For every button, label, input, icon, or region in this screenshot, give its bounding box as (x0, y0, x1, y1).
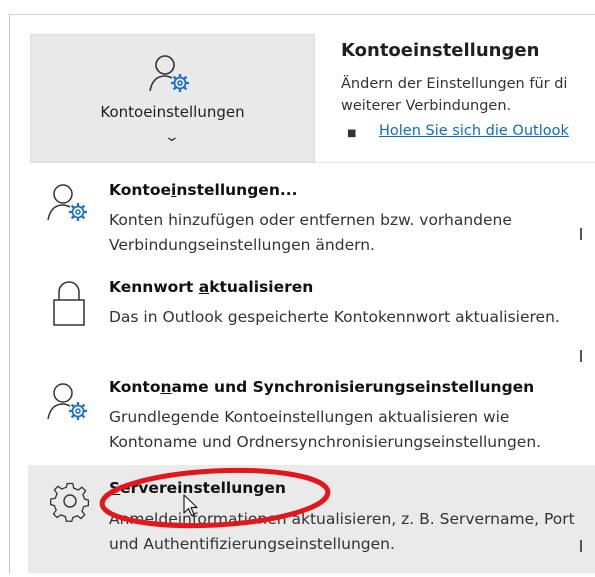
outlook-app-link[interactable]: Holen Sie sich die Outlook (379, 123, 569, 139)
menu-item-server-settings[interactable]: Servereinstellungen Anmeldeinformationen… (28, 465, 595, 573)
bullet-icon: ■ (347, 128, 357, 139)
menu-item-title: Kontoeinstellungen... (109, 181, 298, 199)
menu-item-description: Grundlegende Kontoeinstellungen aktualis… (109, 408, 542, 451)
account-settings-menu: Kontoeinstellungen... Konten hinzufügen … (28, 162, 595, 575)
menu-item-update-password[interactable]: Kennwort aktualisieren Das in Outlook ge… (28, 268, 595, 368)
account-settings-icon (47, 184, 87, 221)
mouse-cursor-icon (183, 494, 198, 517)
section-description: Ändern der Einstellungen für di weiterer… (341, 76, 568, 114)
menu-item-description: Konten hinzufügen oder entfernen bzw. vo… (109, 211, 512, 254)
menu-item-account-settings[interactable]: Kontoeinstellungen... Konten hinzufügen … (28, 167, 595, 267)
menu-item-description: Das in Outlook gespeicherte Kontokennwor… (109, 308, 560, 326)
chevron-down-icon: ⌄ (163, 129, 181, 145)
menu-item-description: Anmeldeinformationen aktualisieren, z. B… (109, 510, 575, 553)
section-title: Kontoeinstellungen (341, 40, 540, 61)
lock-icon (53, 281, 85, 326)
account-settings-icon (47, 383, 87, 420)
background-window-edge (580, 350, 582, 362)
menu-item-account-name-sync[interactable]: Kontoname und Synchronisierungseinstellu… (28, 368, 595, 463)
background-window-edge (580, 228, 582, 240)
menu-item-title: Kontoname und Synchronisierungseinstellu… (109, 378, 535, 396)
account-settings-button-label: Kontoeinstellungen (100, 103, 245, 121)
gear-icon (50, 482, 90, 522)
account-settings-icon (149, 55, 189, 92)
window-left-border (9, 14, 10, 574)
window-top-border (9, 14, 595, 15)
menu-item-title: Kennwort aktualisieren (109, 278, 314, 296)
background-window-edge (580, 540, 582, 552)
account-settings-dropdown-button[interactable]: Kontoeinstellungen ⌄ (30, 34, 315, 162)
